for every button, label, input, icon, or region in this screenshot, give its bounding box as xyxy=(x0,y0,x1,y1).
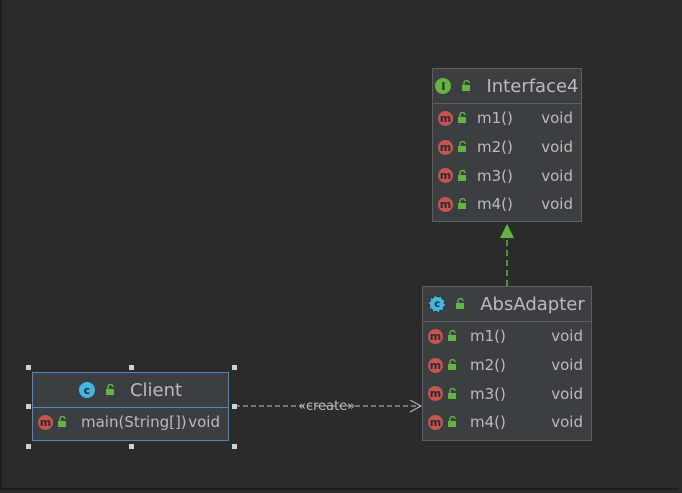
selection-handle[interactable] xyxy=(26,365,31,370)
method-name: m4() xyxy=(470,413,506,432)
public-lock-icon xyxy=(58,416,66,428)
method-icon: m xyxy=(428,414,443,430)
public-lock-icon xyxy=(458,141,466,153)
absadapter-method-row[interactable]: m m1() void xyxy=(423,322,591,351)
public-lock-icon xyxy=(458,169,466,181)
interface4-method-row[interactable]: m m2() void xyxy=(433,133,581,162)
method-return-type: void xyxy=(188,413,220,432)
interface4-title: Interface4 xyxy=(486,75,579,97)
interface4-method-row[interactable]: m m3() void xyxy=(433,161,581,190)
selection-handle[interactable] xyxy=(232,444,237,449)
method-icon: m xyxy=(438,110,453,126)
method-return-type: void xyxy=(551,413,583,432)
method-return-type: void xyxy=(551,356,583,375)
client-node[interactable]: c Client m main(String[]) void xyxy=(32,372,229,441)
method-icon: m xyxy=(428,386,443,402)
method-name: m4() xyxy=(477,195,513,214)
method-return-type: void xyxy=(541,138,573,157)
absadapter-method-row[interactable]: m m4() void xyxy=(423,408,591,437)
abstract-class-icon: c xyxy=(429,296,446,312)
method-icon: m xyxy=(428,328,443,344)
selection-handle[interactable] xyxy=(232,365,237,370)
interface-icon: I xyxy=(435,78,452,94)
absadapter-method-row[interactable]: m m3() void xyxy=(423,379,591,408)
method-name: m3() xyxy=(470,384,506,403)
create-edge-label: «create» xyxy=(298,399,356,414)
selection-handle[interactable] xyxy=(26,404,31,409)
method-name: m3() xyxy=(477,166,513,185)
public-lock-icon xyxy=(448,330,456,342)
method-name: m2() xyxy=(477,138,513,157)
absadapter-node[interactable]: c AbsAdapter m m1() void m m2() void m m… xyxy=(422,286,592,441)
method-name: m1() xyxy=(470,327,506,346)
public-lock-icon xyxy=(448,387,456,399)
public-lock-icon xyxy=(456,298,465,309)
public-lock-icon xyxy=(448,416,456,428)
interface4-node[interactable]: I Interface4 m m1() void m m2() void m m… xyxy=(432,68,582,222)
client-header: c Client xyxy=(33,373,228,408)
client-method-row[interactable]: m main(String[]) void xyxy=(33,408,228,437)
static-method-icon: m xyxy=(38,414,53,430)
method-return-type: void xyxy=(541,109,573,128)
method-icon: m xyxy=(438,196,453,212)
public-lock-icon xyxy=(462,80,471,91)
method-return-type: void xyxy=(551,384,583,403)
method-return-type: void xyxy=(541,195,573,214)
interface4-method-row[interactable]: m m1() void xyxy=(433,104,581,133)
absadapter-method-row[interactable]: m m2() void xyxy=(423,351,591,380)
method-name: m1() xyxy=(477,109,513,128)
absadapter-header: c AbsAdapter xyxy=(423,287,591,322)
realization-arrowhead xyxy=(500,224,514,238)
public-lock-icon xyxy=(105,384,114,395)
method-name: main(String[]) xyxy=(81,413,187,432)
interface4-method-row[interactable]: m m4() void xyxy=(433,190,581,219)
selection-handle[interactable] xyxy=(232,404,237,409)
selection-handle[interactable] xyxy=(129,365,134,370)
public-lock-icon xyxy=(458,198,466,210)
selection-handle[interactable] xyxy=(26,444,31,449)
method-icon: m xyxy=(438,139,453,155)
public-lock-icon xyxy=(458,112,466,124)
runnable-class-icon: c xyxy=(78,382,95,398)
client-title: Client xyxy=(129,379,183,401)
method-name: m2() xyxy=(470,356,506,375)
public-lock-icon xyxy=(448,359,456,371)
method-return-type: void xyxy=(551,327,583,346)
method-return-type: void xyxy=(541,166,573,185)
method-icon: m xyxy=(438,168,453,184)
interface4-header: I Interface4 xyxy=(433,69,581,104)
selection-handle[interactable] xyxy=(129,444,134,449)
method-icon: m xyxy=(428,357,443,373)
absadapter-title: AbsAdapter xyxy=(480,293,585,315)
